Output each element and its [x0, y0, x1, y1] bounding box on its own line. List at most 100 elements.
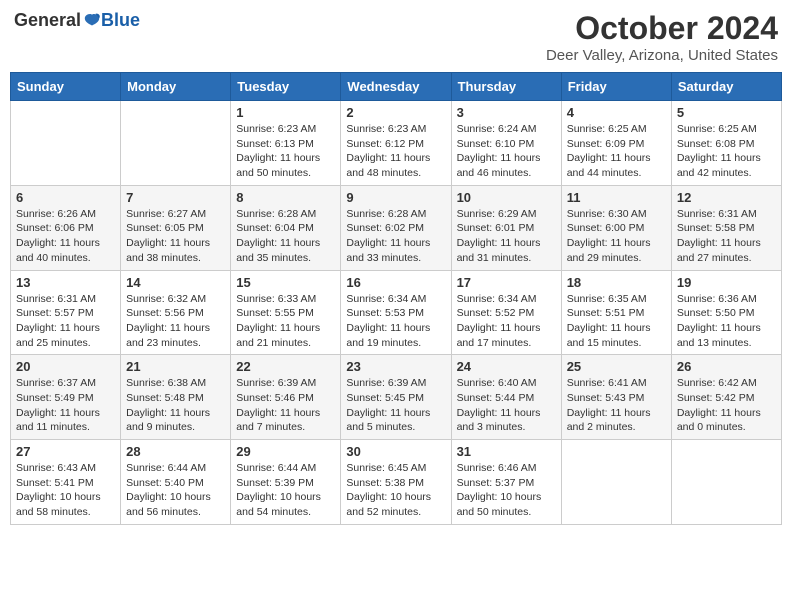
logo-blue-text: Blue [101, 10, 140, 31]
day-number: 13 [16, 275, 115, 290]
calendar-week-row: 20 Sunrise: 6:37 AMSunset: 5:49 PMDayligh… [11, 355, 782, 440]
weekday-header-row: SundayMondayTuesdayWednesdayThursdayFrid… [11, 73, 782, 101]
day-detail: Sunrise: 6:28 AMSunset: 6:04 PMDaylight:… [236, 207, 335, 266]
weekday-header-sunday: Sunday [11, 73, 121, 101]
calendar-week-row: 6Sunrise: 6:26 AMSunset: 6:06 PMDaylight… [11, 185, 782, 270]
weekday-header-friday: Friday [561, 73, 671, 101]
calendar-cell: 29Sunrise: 6:44 AMSunset: 5:39 PMDayligh… [231, 440, 341, 525]
calendar-header: SundayMondayTuesdayWednesdayThursdayFrid… [11, 73, 782, 101]
logo-general-text: General [14, 10, 81, 31]
calendar-cell: 25 Sunrise: 6:41 AMSunset: 5:43 PMDayligh… [561, 355, 671, 440]
calendar-cell: 17Sunrise: 6:34 AMSunset: 5:52 PMDayligh… [451, 270, 561, 355]
day-detail: Sunrise: 6:25 AMSunset: 6:09 PMDaylight:… [567, 122, 666, 181]
day-detail: Sunrise: 6:30 AMSunset: 6:00 PMDaylight:… [567, 207, 666, 266]
day-detail: Sunrise: 6:24 AMSunset: 6:10 PMDaylight:… [457, 122, 556, 181]
calendar-cell: 4 Sunrise: 6:25 AMSunset: 6:09 PMDaylight… [561, 101, 671, 186]
day-number: 16 [346, 275, 445, 290]
day-detail: Sunrise: 6:28 AMSunset: 6:02 PMDaylight:… [346, 207, 445, 266]
calendar-cell: 31 Sunrise: 6:46 AMSunset: 5:37 PMDayligh… [451, 440, 561, 525]
day-number: 25 [567, 359, 666, 374]
calendar-cell [121, 101, 231, 186]
day-detail: Sunrise: 6:34 AMSunset: 5:53 PMDaylight:… [346, 292, 445, 351]
day-detail: Sunrise: 6:34 AMSunset: 5:52 PMDaylight:… [457, 292, 556, 351]
day-number: 18 [567, 275, 666, 290]
day-detail: Sunrise: 6:36 AMSunset: 5:50 PMDaylight:… [677, 292, 776, 351]
calendar-cell: 12Sunrise: 6:31 AMSunset: 5:58 PMDayligh… [671, 185, 781, 270]
calendar-cell: 14Sunrise: 6:32 AMSunset: 5:56 PMDayligh… [121, 270, 231, 355]
calendar-cell: 26 Sunrise: 6:42 AMSunset: 5:42 PMDayligh… [671, 355, 781, 440]
day-number: 30 [346, 444, 445, 459]
day-detail: Sunrise: 6:38 AMSunset: 5:48 PMDaylight:… [126, 376, 225, 435]
calendar-cell: 1Sunrise: 6:23 AMSunset: 6:13 PMDaylight… [231, 101, 341, 186]
logo: General Blue [14, 10, 140, 31]
calendar-cell: 3 Sunrise: 6:24 AMSunset: 6:10 PMDaylight… [451, 101, 561, 186]
calendar-week-row: 1Sunrise: 6:23 AMSunset: 6:13 PMDaylight… [11, 101, 782, 186]
day-number: 7 [126, 190, 225, 205]
calendar-cell: 2Sunrise: 6:23 AMSunset: 6:12 PMDaylight… [341, 101, 451, 186]
weekday-header-tuesday: Tuesday [231, 73, 341, 101]
weekday-header-wednesday: Wednesday [341, 73, 451, 101]
day-detail: Sunrise: 6:43 AMSunset: 5:41 PMDaylight:… [16, 461, 115, 520]
calendar-cell: 30Sunrise: 6:45 AMSunset: 5:38 PMDayligh… [341, 440, 451, 525]
calendar-cell [671, 440, 781, 525]
calendar-cell: 22 Sunrise: 6:39 AMSunset: 5:46 PMDayligh… [231, 355, 341, 440]
day-detail: Sunrise: 6:39 AMSunset: 5:46 PMDaylight:… [236, 376, 335, 435]
calendar-cell: 28 Sunrise: 6:44 AMSunset: 5:40 PMDayligh… [121, 440, 231, 525]
day-detail: Sunrise: 6:41 AMSunset: 5:43 PMDaylight:… [567, 376, 666, 435]
day-number: 9 [346, 190, 445, 205]
calendar-cell: 13 Sunrise: 6:31 AMSunset: 5:57 PMDayligh… [11, 270, 121, 355]
day-number: 4 [567, 105, 666, 120]
day-number: 28 [126, 444, 225, 459]
weekday-header-saturday: Saturday [671, 73, 781, 101]
calendar-cell: 20 Sunrise: 6:37 AMSunset: 5:49 PMDayligh… [11, 355, 121, 440]
calendar-cell: 11 Sunrise: 6:30 AMSunset: 6:00 PMDayligh… [561, 185, 671, 270]
day-number: 8 [236, 190, 335, 205]
logo-bird-icon [83, 12, 101, 30]
day-detail: Sunrise: 6:29 AMSunset: 6:01 PMDaylight:… [457, 207, 556, 266]
day-number: 3 [457, 105, 556, 120]
day-number: 31 [457, 444, 556, 459]
calendar-cell: 10 Sunrise: 6:29 AMSunset: 6:01 PMDayligh… [451, 185, 561, 270]
day-number: 11 [567, 190, 666, 205]
day-number: 12 [677, 190, 776, 205]
day-detail: Sunrise: 6:27 AMSunset: 6:05 PMDaylight:… [126, 207, 225, 266]
day-number: 15 [236, 275, 335, 290]
calendar-table: SundayMondayTuesdayWednesdayThursdayFrid… [10, 72, 782, 525]
day-number: 26 [677, 359, 776, 374]
day-detail: Sunrise: 6:44 AMSunset: 5:39 PMDaylight:… [236, 461, 335, 520]
day-detail: Sunrise: 6:44 AMSunset: 5:40 PMDaylight:… [126, 461, 225, 520]
calendar-cell: 15 Sunrise: 6:33 AMSunset: 5:55 PMDayligh… [231, 270, 341, 355]
weekday-header-monday: Monday [121, 73, 231, 101]
title-area: October 2024 Deer Valley, Arizona, Unite… [546, 10, 778, 64]
calendar-week-row: 27Sunrise: 6:43 AMSunset: 5:41 PMDayligh… [11, 440, 782, 525]
calendar-cell [561, 440, 671, 525]
calendar-cell: 18 Sunrise: 6:35 AMSunset: 5:51 PMDayligh… [561, 270, 671, 355]
day-number: 6 [16, 190, 115, 205]
day-detail: Sunrise: 6:35 AMSunset: 5:51 PMDaylight:… [567, 292, 666, 351]
calendar-cell [11, 101, 121, 186]
calendar-cell: 7 Sunrise: 6:27 AMSunset: 6:05 PMDaylight… [121, 185, 231, 270]
calendar-cell: 19Sunrise: 6:36 AMSunset: 5:50 PMDayligh… [671, 270, 781, 355]
day-number: 22 [236, 359, 335, 374]
calendar-cell: 8 Sunrise: 6:28 AMSunset: 6:04 PMDaylight… [231, 185, 341, 270]
day-detail: Sunrise: 6:42 AMSunset: 5:42 PMDaylight:… [677, 376, 776, 435]
calendar-cell: 24Sunrise: 6:40 AMSunset: 5:44 PMDayligh… [451, 355, 561, 440]
location-subtitle: Deer Valley, Arizona, United States [546, 47, 778, 64]
day-number: 10 [457, 190, 556, 205]
day-number: 24 [457, 359, 556, 374]
calendar-cell: 21 Sunrise: 6:38 AMSunset: 5:48 PMDayligh… [121, 355, 231, 440]
day-number: 21 [126, 359, 225, 374]
day-detail: Sunrise: 6:37 AMSunset: 5:49 PMDaylight:… [16, 376, 115, 435]
page-header: General Blue October 2024 Deer Valley, A… [10, 10, 782, 64]
day-detail: Sunrise: 6:23 AMSunset: 6:13 PMDaylight:… [236, 122, 335, 181]
day-detail: Sunrise: 6:23 AMSunset: 6:12 PMDaylight:… [346, 122, 445, 181]
day-detail: Sunrise: 6:33 AMSunset: 5:55 PMDaylight:… [236, 292, 335, 351]
day-number: 20 [16, 359, 115, 374]
day-detail: Sunrise: 6:31 AMSunset: 5:57 PMDaylight:… [16, 292, 115, 351]
calendar-cell: 5Sunrise: 6:25 AMSunset: 6:08 PMDaylight… [671, 101, 781, 186]
calendar-week-row: 13 Sunrise: 6:31 AMSunset: 5:57 PMDayligh… [11, 270, 782, 355]
calendar-cell: 23Sunrise: 6:39 AMSunset: 5:45 PMDayligh… [341, 355, 451, 440]
day-detail: Sunrise: 6:46 AMSunset: 5:37 PMDaylight:… [457, 461, 556, 520]
day-number: 5 [677, 105, 776, 120]
month-title: October 2024 [546, 10, 778, 47]
